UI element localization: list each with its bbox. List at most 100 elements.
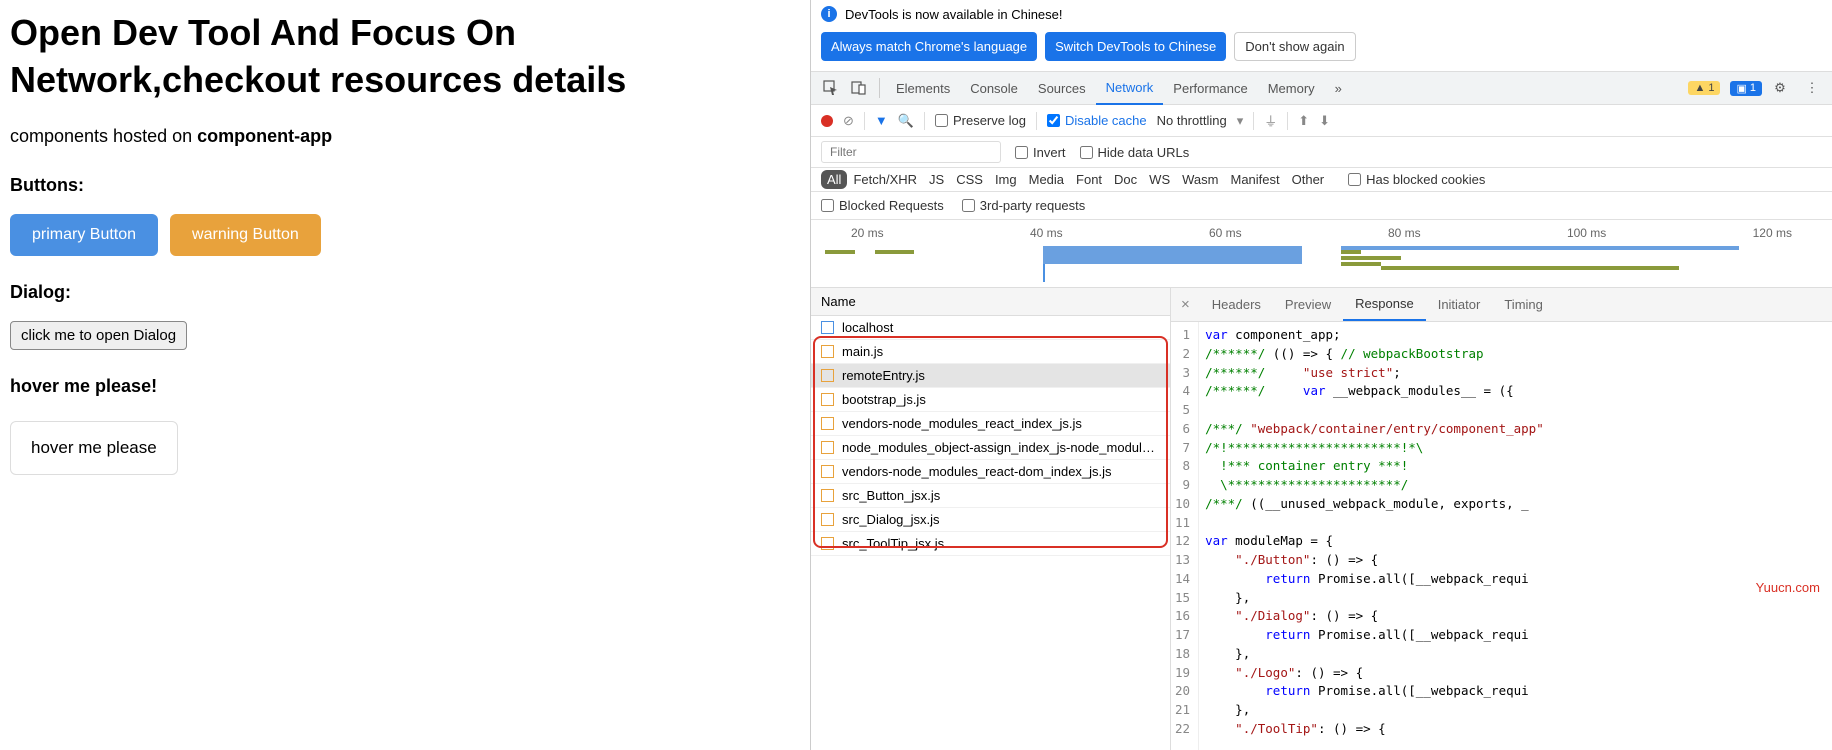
invert-checkbox[interactable]: Invert xyxy=(1015,145,1066,160)
primary-button[interactable]: primary Button xyxy=(10,214,158,256)
js-file-icon xyxy=(821,441,834,454)
request-row[interactable]: src_Button_jsx.js xyxy=(811,484,1170,508)
type-filter-other[interactable]: Other xyxy=(1286,170,1331,189)
always-match-language-button[interactable]: Always match Chrome's language xyxy=(821,32,1037,61)
code-area[interactable]: 12345678910111213141516171819202122 var … xyxy=(1171,322,1832,750)
tab-network[interactable]: Network xyxy=(1096,72,1164,105)
filter-input[interactable] xyxy=(821,141,1001,163)
wifi-icon[interactable]: ⏚ xyxy=(1264,111,1277,130)
request-row[interactable]: vendors-node_modules_react-dom_index_js.… xyxy=(811,460,1170,484)
throttling-select[interactable]: No throttling xyxy=(1157,113,1227,128)
tab-preview[interactable]: Preview xyxy=(1273,289,1343,320)
clear-icon[interactable]: ⊘ xyxy=(843,113,854,129)
warnings-badge[interactable]: ▲1 xyxy=(1688,81,1720,95)
warning-button[interactable]: warning Button xyxy=(170,214,321,256)
code-line: }, xyxy=(1205,589,1544,608)
request-row[interactable]: main.js xyxy=(811,340,1170,364)
code-line: "./Logo": () => { xyxy=(1205,664,1544,683)
blocked-requests-checkbox[interactable]: Blocked Requests xyxy=(821,198,944,213)
line-number: 13 xyxy=(1175,551,1190,570)
line-number: 7 xyxy=(1175,439,1190,458)
js-file-icon xyxy=(821,417,834,430)
tab-console[interactable]: Console xyxy=(960,73,1028,104)
page-title: Open Dev Tool And Focus On Network,check… xyxy=(10,10,800,104)
hide-data-urls-checkbox[interactable]: Hide data URLs xyxy=(1080,145,1190,160)
request-list[interactable]: Name localhost main.jsremoteEntry.js boots… xyxy=(811,288,1171,750)
watermark: Yuucn.com xyxy=(1756,580,1820,595)
button-row: primary Button warning Button xyxy=(10,214,800,256)
request-row[interactable]: src_Dialog_jsx.js xyxy=(811,508,1170,532)
tab-headers[interactable]: Headers xyxy=(1200,289,1273,320)
request-row[interactable]: localhost xyxy=(811,316,1170,340)
type-filter-img[interactable]: Img xyxy=(989,170,1023,189)
request-name: src_Dialog_jsx.js xyxy=(842,512,940,527)
code-line: !*** container entry ***! xyxy=(1205,457,1544,476)
dont-show-again-button[interactable]: Don't show again xyxy=(1234,32,1355,61)
tab-initiator[interactable]: Initiator xyxy=(1426,289,1493,320)
request-row[interactable]: src_ToolTip_jsx.js xyxy=(811,532,1170,556)
line-number: 2 xyxy=(1175,345,1190,364)
request-row[interactable]: vendors-node_modules_react_index_js.js xyxy=(811,412,1170,436)
open-dialog-button[interactable]: click me to open Dialog xyxy=(10,321,187,350)
close-icon[interactable]: × xyxy=(1171,290,1200,319)
type-filter-css[interactable]: CSS xyxy=(950,170,989,189)
type-filter-wasm[interactable]: Wasm xyxy=(1176,170,1224,189)
request-list-header[interactable]: Name xyxy=(811,288,1170,316)
tab-performance[interactable]: Performance xyxy=(1163,73,1257,104)
code-line: return Promise.all([__webpack_requi xyxy=(1205,682,1544,701)
hover-box[interactable]: hover me please xyxy=(10,421,178,475)
tab-sources[interactable]: Sources xyxy=(1028,73,1096,104)
request-row[interactable]: node_modules_object-assign_index_js-node… xyxy=(811,436,1170,460)
code-line: \***********************/ xyxy=(1205,476,1544,495)
type-filter-manifest[interactable]: Manifest xyxy=(1224,170,1285,189)
request-name: src_ToolTip_jsx.js xyxy=(842,536,944,551)
third-party-checkbox[interactable]: 3rd-party requests xyxy=(962,198,1086,213)
code-line: /******/ var __webpack_modules__ = ({ xyxy=(1205,382,1544,401)
chevron-down-icon[interactable]: ▾ xyxy=(1237,113,1244,129)
dialog-label: Dialog: xyxy=(10,282,800,303)
tab-response[interactable]: Response xyxy=(1343,288,1426,321)
inspect-icon[interactable] xyxy=(821,78,841,98)
tab-timing[interactable]: Timing xyxy=(1492,289,1555,320)
switch-language-button[interactable]: Switch DevTools to Chinese xyxy=(1045,32,1226,61)
line-number: 15 xyxy=(1175,589,1190,608)
doc-file-icon xyxy=(821,321,834,334)
tab-memory[interactable]: Memory xyxy=(1258,73,1325,104)
code-line: "./Dialog": () => { xyxy=(1205,607,1544,626)
download-icon[interactable]: ⬇ xyxy=(1319,113,1330,129)
line-number: 21 xyxy=(1175,701,1190,720)
device-toggle-icon[interactable] xyxy=(849,78,869,98)
tab-elements[interactable]: Elements xyxy=(886,73,960,104)
js-file-icon xyxy=(821,537,834,550)
request-row[interactable]: bootstrap_js.js xyxy=(811,388,1170,412)
tab-more[interactable]: » xyxy=(1325,73,1352,104)
preserve-log-checkbox[interactable]: Preserve log xyxy=(935,113,1026,128)
type-filter-all[interactable]: All xyxy=(821,170,847,189)
type-filter-media[interactable]: Media xyxy=(1023,170,1070,189)
disable-cache-checkbox[interactable]: Disable cache xyxy=(1047,113,1147,128)
response-pane: × Headers Preview Response Initiator Tim… xyxy=(1171,288,1832,750)
line-number: 16 xyxy=(1175,607,1190,626)
upload-icon[interactable]: ⬆ xyxy=(1298,113,1309,129)
type-filter-fetchxhr[interactable]: Fetch/XHR xyxy=(847,170,923,189)
info-text: DevTools is now available in Chinese! xyxy=(845,7,1063,22)
search-icon[interactable]: 🔍 xyxy=(898,113,914,129)
code-line: "./ToolTip": () => { xyxy=(1205,720,1544,739)
type-filter-doc[interactable]: Doc xyxy=(1108,170,1143,189)
type-filter-font[interactable]: Font xyxy=(1070,170,1108,189)
network-body: Name localhost main.jsremoteEntry.js boots… xyxy=(811,288,1832,750)
record-icon[interactable] xyxy=(821,115,833,127)
type-filter-js[interactable]: JS xyxy=(923,170,950,189)
type-filter-ws[interactable]: WS xyxy=(1143,170,1176,189)
network-timeline[interactable]: 20 ms40 ms60 ms80 ms100 ms120 ms xyxy=(811,220,1832,288)
request-row[interactable]: remoteEntry.js xyxy=(811,364,1170,388)
more-icon[interactable]: ⋮ xyxy=(1802,78,1822,98)
code-line: return Promise.all([__webpack_requi xyxy=(1205,626,1544,645)
request-name: localhost xyxy=(842,320,893,335)
issues-badge[interactable]: ▣1 xyxy=(1730,81,1762,96)
request-name: bootstrap_js.js xyxy=(842,392,926,407)
filter-icon[interactable]: ▼ xyxy=(875,113,888,128)
settings-icon[interactable]: ⚙ xyxy=(1770,78,1790,98)
line-number: 18 xyxy=(1175,645,1190,664)
has-blocked-cookies-checkbox[interactable]: Has blocked cookies xyxy=(1348,172,1485,187)
